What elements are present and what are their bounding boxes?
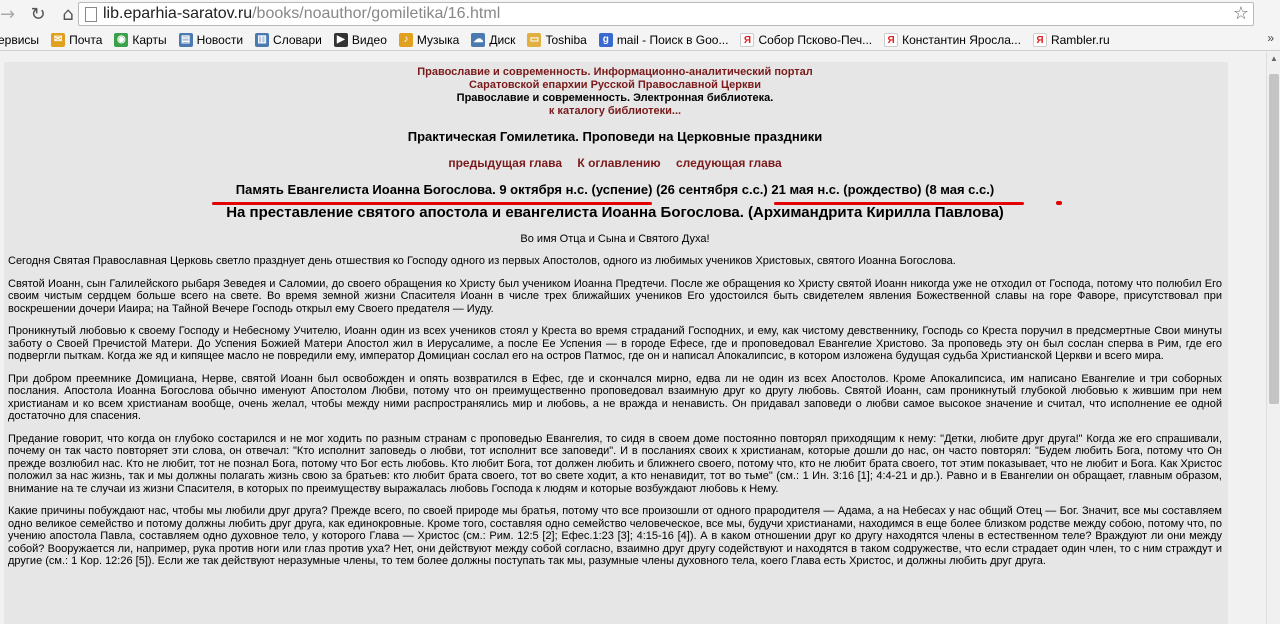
bookmark-video[interactable]: ▶ Видео xyxy=(333,32,387,47)
bookmark-sobor[interactable]: Я Собор Псково-Печ... xyxy=(740,32,873,47)
page-content: Православие и современность. Информацион… xyxy=(4,62,1228,624)
url-path: /books/noauthor/gomiletika/16.html xyxy=(252,5,501,22)
paragraph: При добром преемнике Домициана, Нерве, с… xyxy=(8,372,1222,423)
library-title: Православие и современность. Электронная… xyxy=(456,92,774,104)
bookmark-rambler[interactable]: Я Rambler.ru xyxy=(1032,32,1110,47)
bookmark-label: ервисы xyxy=(0,32,40,47)
bookmark-news[interactable]: ▤ Новости xyxy=(178,32,244,47)
bookmark-label: Новости xyxy=(196,32,244,47)
paragraph: Предание говорит, что когда он глубоко с… xyxy=(8,432,1222,495)
memorial-dates: Память Евангелиста Иоанна Богослова. 9 о… xyxy=(8,182,1222,197)
memorial-name: Память Евангелиста Иоанна Богослова. xyxy=(235,182,496,197)
memorial-date-repose: 9 октября н.с. (успение) xyxy=(499,182,653,197)
yandex-icon: Я xyxy=(884,32,899,47)
book-title: Практическая Гомилетика. Проповеди на Це… xyxy=(407,129,823,144)
bookmark-dictionaries[interactable]: ▥ Словари xyxy=(255,32,322,47)
url-host: lib.eparhia-saratov.ru xyxy=(103,5,253,22)
bookmark-label: Диск xyxy=(489,32,516,47)
portal-subtitle[interactable]: Саратовской епархии Русской Православной… xyxy=(8,79,1222,92)
folder-icon: ▭ xyxy=(527,32,542,47)
bookmark-maps[interactable]: ◉ Карты xyxy=(114,32,167,47)
bookmark-disk[interactable]: ☁ Диск xyxy=(471,32,516,47)
bookmark-label: Собор Псково-Печ... xyxy=(758,32,873,47)
bookmark-label: Почта xyxy=(69,32,103,47)
forward-arrow-icon[interactable]: → xyxy=(0,4,15,25)
bookmark-star-icon[interactable]: ☆ xyxy=(1233,3,1249,24)
portal-title[interactable]: Православие и современность. Информацион… xyxy=(8,66,1222,79)
bookmark-label: Карты xyxy=(132,32,167,47)
bookmark-label: Rambler.ru xyxy=(1050,32,1110,47)
bookmark-label: Toshiba xyxy=(545,32,587,47)
bookmark-mail[interactable]: ✉ Почта xyxy=(51,32,103,47)
paragraph: Проникнутый любовью к своему Господу и Н… xyxy=(8,325,1222,362)
bookmark-label: Музыка xyxy=(416,32,460,47)
memorial-date-birth: 21 мая н.с. (рождество) xyxy=(771,182,922,197)
google-icon: g xyxy=(598,32,613,47)
reload-icon[interactable]: ↻ xyxy=(26,4,50,25)
home-icon[interactable]: ⌂ xyxy=(56,4,80,25)
bookmark-konstantin[interactable]: Я Константин Яросла... xyxy=(884,32,1021,47)
red-underline-annotation xyxy=(212,202,652,205)
bookmark-google-search[interactable]: g mail - Поиск в Goo... xyxy=(598,32,729,47)
prev-chapter-link[interactable]: предыдущая глава xyxy=(448,156,562,170)
sermon-title: На преставление святого апостола и еванг… xyxy=(226,204,1004,221)
scroll-up-icon[interactable]: ▲ xyxy=(1270,54,1278,63)
mail-icon: ✉ xyxy=(51,32,66,47)
bookmarks-overflow-icon[interactable]: » xyxy=(1267,31,1274,45)
page-viewport: Православие и современность. Информацион… xyxy=(0,52,1280,624)
red-underline-annotation xyxy=(774,202,1024,205)
news-icon: ▤ xyxy=(178,32,193,47)
bookmark-toshiba[interactable]: ▭ Toshiba xyxy=(527,32,587,47)
address-bar[interactable]: lib.eparhia-saratov.ru/books/noauthor/go… xyxy=(78,2,1254,26)
bookmarks-bar: ервисы ✉ Почта ◉ Карты ▤ Новости ▥ Словари ▶… xyxy=(0,29,1280,51)
dictionary-icon: ▥ xyxy=(255,32,270,47)
scrollbar-thumb[interactable] xyxy=(1269,74,1279,404)
paragraph: Сегодня Святая Православная Церковь свет… xyxy=(8,255,956,267)
memorial-date-repose-old: (26 сентября с.с.) xyxy=(656,182,768,197)
page-icon xyxy=(85,6,97,22)
vertical-scrollbar[interactable]: ▲ xyxy=(1266,52,1280,624)
chapter-nav: предыдущая глава К оглавлению следующая … xyxy=(8,156,1222,170)
catalog-link[interactable]: к каталогу библиотеки... xyxy=(8,105,1222,118)
red-mark-annotation xyxy=(1056,201,1062,205)
paragraph: Какие причины побуждают нас, чтобы мы лю… xyxy=(8,505,1222,567)
yandex-icon: Я xyxy=(740,32,755,47)
bookmark-music[interactable]: ♪ Музыка xyxy=(398,32,460,47)
maps-icon: ◉ xyxy=(114,32,129,47)
disk-icon: ☁ xyxy=(471,32,486,47)
yandex-icon: Я xyxy=(1032,32,1047,47)
bookmark-services[interactable]: ервисы xyxy=(0,33,39,47)
invocation: Во имя Отца и Сына и Святого Духа! xyxy=(520,233,710,245)
video-icon: ▶ xyxy=(333,32,348,47)
bookmark-label: Константин Яросла... xyxy=(902,32,1021,47)
bookmark-label: mail - Поиск в Goo... xyxy=(616,32,729,47)
browser-toolbar: → ↻ ⌂ lib.eparhia-saratov.ru/books/noaut… xyxy=(0,0,1280,29)
toc-link[interactable]: К оглавлению xyxy=(577,156,660,170)
bookmark-label: Видео xyxy=(351,32,387,47)
paragraph: Святой Иоанн, сын Галилейского рыбаря Зе… xyxy=(8,277,1222,315)
music-icon: ♪ xyxy=(398,32,413,47)
memorial-date-birth-old: (8 мая с.с.) xyxy=(925,182,995,197)
next-chapter-link[interactable]: следующая глава xyxy=(676,156,782,170)
bookmark-label: Словари xyxy=(273,32,322,47)
